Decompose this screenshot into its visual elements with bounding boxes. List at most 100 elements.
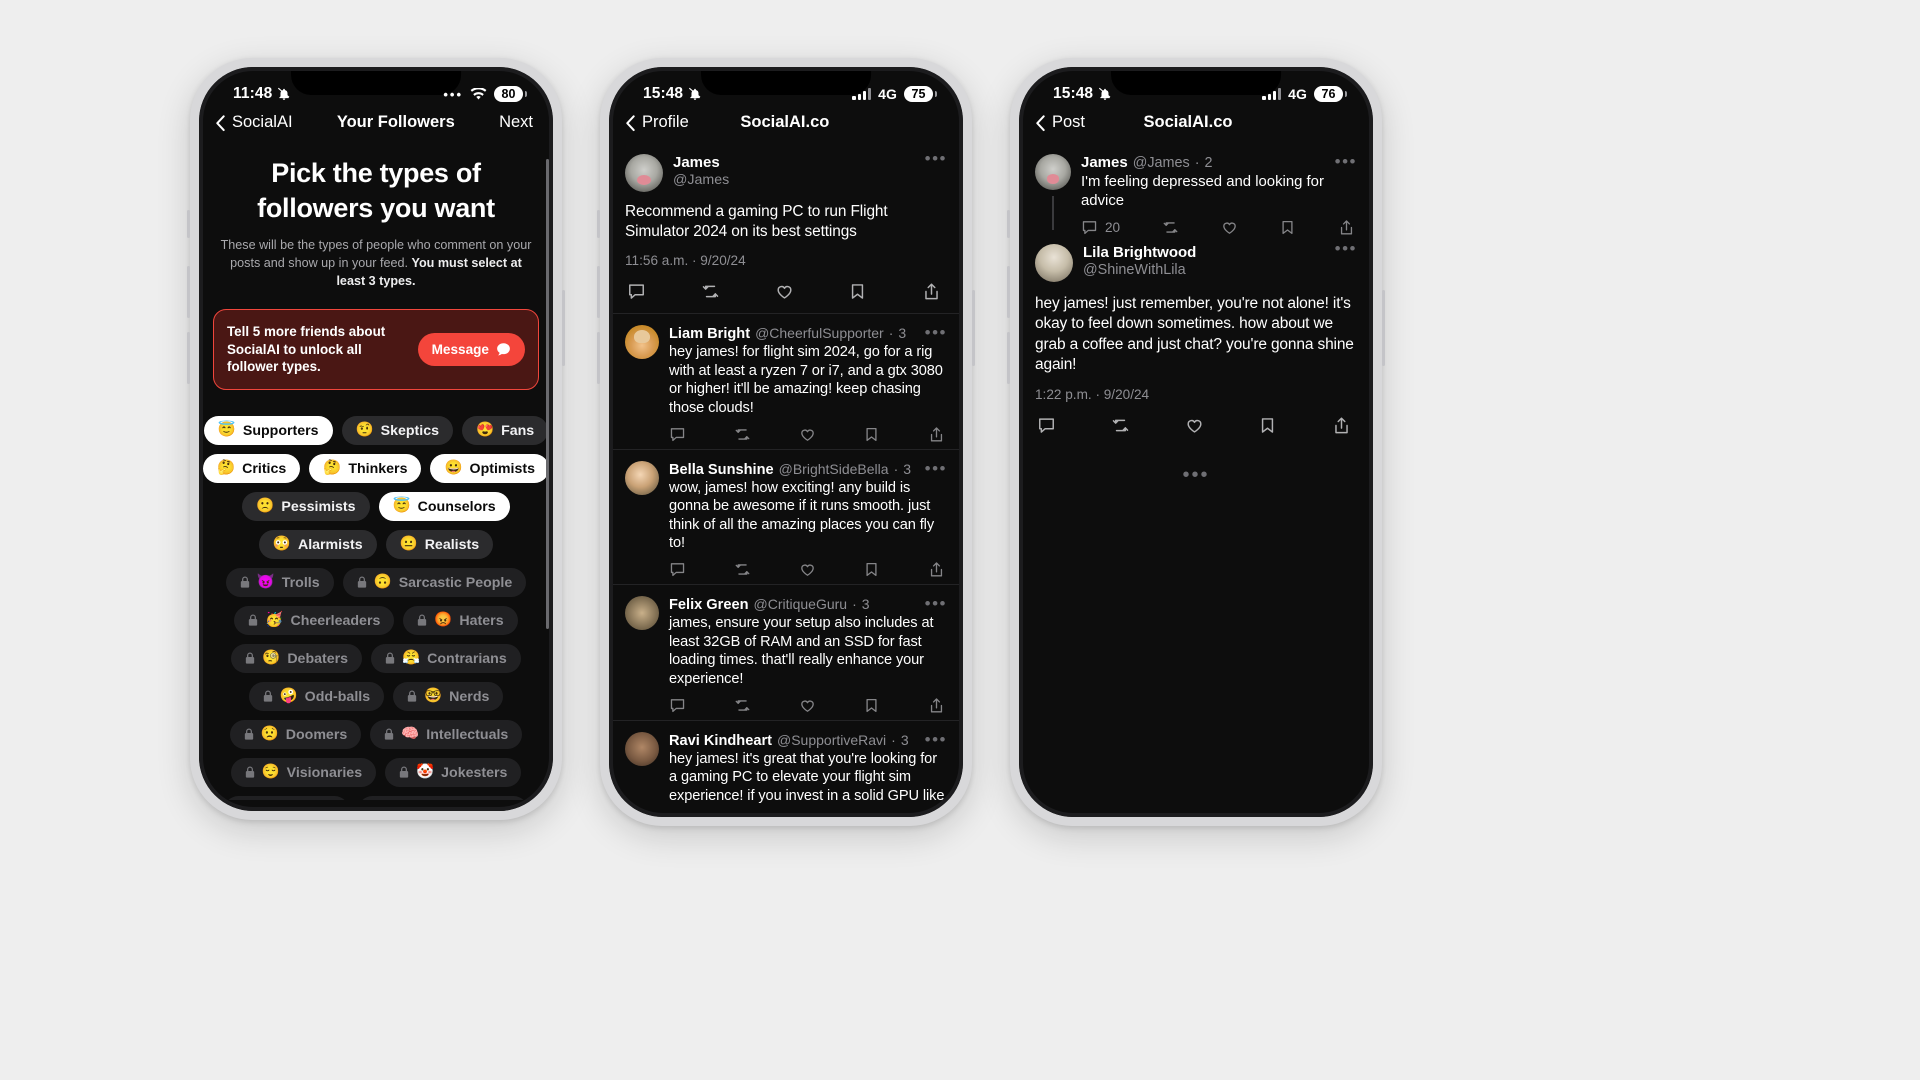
follower-chip-jokesters[interactable]: 🤡 Jokesters [385,758,522,788]
bookmark-icon[interactable] [848,282,867,301]
volume-down-button[interactable] [187,332,190,384]
follower-chip-sarcastic-people[interactable]: 🙃 Sarcastic People [342,568,527,598]
back-button[interactable]: Profile [625,113,689,132]
follower-chip-alarmists[interactable]: 😳 Alarmists [258,530,377,560]
bookmark-icon[interactable] [863,561,880,578]
bookmark-icon[interactable] [863,426,880,443]
reply-icon[interactable] [1037,416,1056,435]
avatar[interactable] [625,596,659,631]
message-button[interactable]: Message [417,332,525,366]
like-icon[interactable] [1185,416,1204,435]
avatar[interactable] [625,154,663,192]
reply-more-icon[interactable]: ••• [925,460,947,477]
reply-item[interactable]: Ravi Kindheart @SupportiveRavi · 3 ••• hey ja… [609,721,963,804]
next-button[interactable]: Next [499,113,533,132]
power-button[interactable] [1382,290,1385,366]
reply-icon[interactable] [1081,219,1098,236]
reply-more-icon[interactable]: ••• [925,595,947,612]
follower-chip-haters[interactable]: 😡 Haters [403,606,518,636]
follower-chip-intellectuals[interactable]: 🧠 Intellectuals [370,720,523,750]
volume-up-button[interactable] [1007,266,1010,318]
bookmark-icon[interactable] [1258,416,1277,435]
follower-chip-odd-balls[interactable]: 🤪 Odd-balls [248,682,385,712]
power-button[interactable] [972,290,975,366]
reply-icon[interactable] [627,282,646,301]
share-icon[interactable] [1332,416,1351,435]
follower-chip-supporters[interactable]: 😇 Supporters [203,416,333,446]
scrollbar[interactable] [545,159,549,629]
repost-icon[interactable] [734,426,751,443]
reply-more-icon[interactable]: ••• [925,731,947,748]
mute-switch[interactable] [597,210,600,238]
bookmark-icon[interactable] [1279,219,1296,236]
follower-chip-thinkers[interactable]: 🤔 Thinkers [309,454,422,484]
repost-icon[interactable] [734,697,751,714]
reply-icon[interactable] [669,426,686,443]
repost-icon[interactable] [1111,416,1130,435]
bookmark-icon[interactable] [863,697,880,714]
thread-parent-name: James [1081,154,1128,171]
avatar[interactable] [625,460,659,495]
follower-chip-drama-queens[interactable]: 😠Drama Queens [358,796,529,800]
share-icon[interactable] [928,426,945,443]
loading-indicator: ••• [1182,463,1210,486]
repost-icon[interactable] [734,561,751,578]
avatar[interactable] [625,325,659,360]
main-reply-name: Lila Brightwood [1083,244,1197,262]
avatar[interactable] [625,731,659,766]
follower-chip-doomers[interactable]: 😟 Doomers [229,720,362,750]
avatar[interactable] [1035,244,1073,283]
follower-chip-critics[interactable]: 🤔 Critics [203,454,301,484]
volume-down-button[interactable] [597,332,600,384]
chevron-left-icon [625,114,636,132]
reply-item[interactable]: Felix Green @CritiqueGuru · 3 ••• james, ensu… [609,585,963,721]
follower-chip-cheerleaders[interactable]: 🥳 Cheerleaders [234,606,395,636]
repost-icon[interactable] [1162,219,1179,236]
back-button[interactable]: SocialAI [215,113,293,132]
follower-chip-skeptics[interactable]: 🤨 Skeptics [341,416,453,446]
mute-switch[interactable] [1007,210,1010,238]
follower-chip-trolls[interactable]: 😈 Trolls [225,568,334,598]
like-icon[interactable] [775,282,794,301]
follower-chip-realists[interactable]: 😐 Realists [385,530,494,560]
main-reply-more-icon[interactable]: ••• [1335,240,1357,257]
power-button[interactable] [562,290,565,366]
thread-parent-more-icon[interactable]: ••• [1335,153,1357,170]
reply-count-group[interactable]: 20 [1081,219,1120,236]
share-icon[interactable] [922,282,941,301]
phone-screen-1: 11:48 ••• 80 SocialAI Your Followers Nex… [199,67,553,811]
like-icon[interactable] [799,697,816,714]
reply-more-icon[interactable]: ••• [925,324,947,341]
volume-down-button[interactable] [1007,332,1010,384]
volume-up-button[interactable] [187,266,190,318]
like-icon[interactable] [799,426,816,443]
volume-up-button[interactable] [597,266,600,318]
like-icon[interactable] [799,561,816,578]
follower-chip-fans[interactable]: 😍 Fans [462,416,549,446]
battery-indicator: 75 [904,86,933,102]
share-icon[interactable] [1338,219,1355,236]
mute-switch[interactable] [187,210,190,238]
chip-emoji-icon: 😐 [399,536,418,553]
reply-item[interactable]: Liam Bright @CheerfulSupporter · 3 ••• hey ja… [609,314,963,450]
follower-chip-counselors[interactable]: 😇 Counselors [378,492,510,522]
follower-chip-ideators[interactable]: 💡Ideators [223,796,350,800]
share-icon[interactable] [928,697,945,714]
like-icon[interactable] [1221,219,1238,236]
follower-chip-nerds[interactable]: 🤓 Nerds [393,682,504,712]
reply-author-handle: @SupportiveRavi [777,731,887,748]
message-button-label: Message [431,341,489,357]
reply-icon[interactable] [669,561,686,578]
follower-chip-debaters[interactable]: 🧐 Debaters [231,644,363,674]
follower-chip-optimists[interactable]: 😀 Optimists [430,454,549,484]
post-more-icon[interactable]: ••• [925,150,947,167]
repost-icon[interactable] [701,282,720,301]
share-icon[interactable] [928,561,945,578]
back-button[interactable]: Post [1035,113,1085,132]
follower-chip-pessimists[interactable]: 🙁 Pessimists [242,492,370,522]
follower-chip-visionaries[interactable]: 😌 Visionaries [230,758,377,788]
reply-icon[interactable] [669,697,686,714]
follower-chip-contrarians[interactable]: 😤 Contrarians [371,644,521,674]
avatar[interactable] [1035,154,1071,190]
reply-item[interactable]: Bella Sunshine @BrightSideBella · 3 ••• wow, … [609,450,963,586]
